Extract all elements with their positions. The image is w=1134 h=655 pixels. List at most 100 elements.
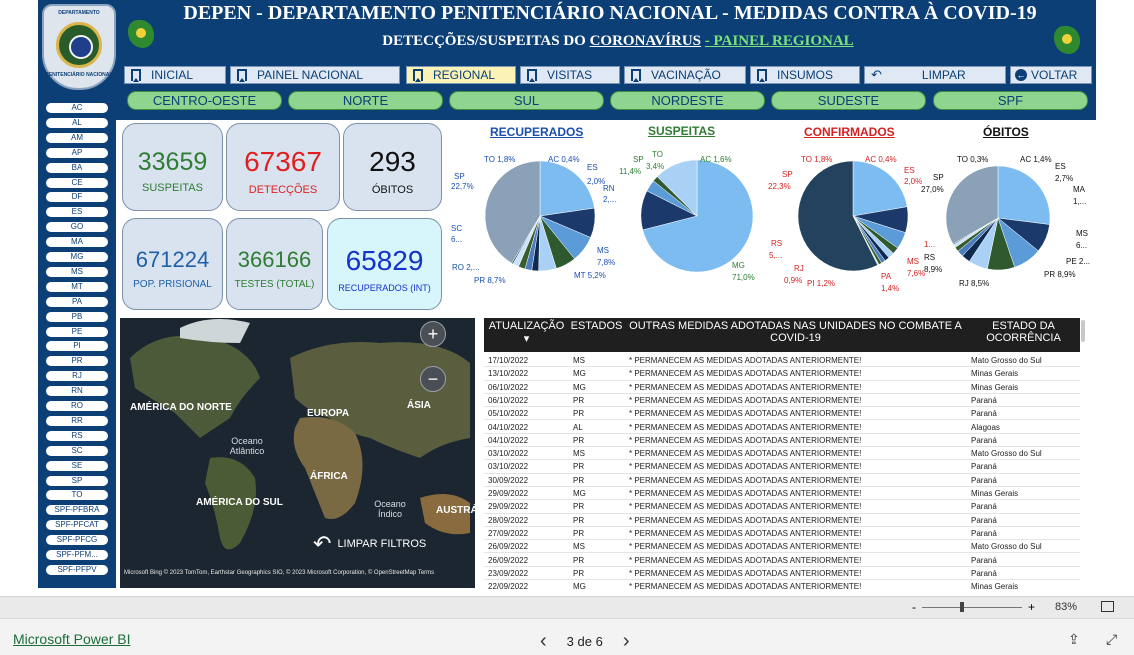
world-map[interactable]: AMÉRICA DO NORTE EUROPA ÁSIA Oceano Atlâ…: [120, 318, 475, 588]
table-cell: Paraná: [971, 502, 997, 512]
table-cell: 29/09/2022: [488, 502, 529, 512]
table-row[interactable]: 03/10/2022 PR * PERMANECEM AS MEDIDAS ADOT…: [484, 460, 1080, 474]
uf-item[interactable]: RS: [46, 430, 108, 441]
zoom-minus-button[interactable]: -: [912, 600, 916, 614]
pie-label: RS: [924, 253, 936, 262]
pie-label: MS: [597, 246, 609, 255]
table-cell: AL: [573, 422, 583, 432]
table-row[interactable]: 27/09/2022 PR * PERMANECEM AS MEDIDAS ADOT…: [484, 527, 1080, 541]
uf-item[interactable]: SPF-PFBRA: [46, 505, 108, 516]
table-cell: * PERMANECEM AS MEDIDAS ADOTADAS ANTERIO…: [629, 382, 862, 392]
table-row[interactable]: 29/09/2022 MG * PERMANECEM AS MEDIDAS ADOT…: [484, 487, 1080, 501]
table-row[interactable]: 29/09/2022 PR * PERMANECEM AS MEDIDAS ADOT…: [484, 500, 1080, 514]
table-row[interactable]: 23/09/2022 PR * PERMANECEM AS MEDIDAS ADOT…: [484, 567, 1080, 581]
table-cell: * PERMANECEM AS MEDIDAS ADOTADAS ANTERIO…: [629, 395, 862, 405]
table-cell: Paraná: [971, 528, 997, 538]
table-row[interactable]: 17/10/2022 MS * PERMANECEM AS MEDIDAS ADOT…: [484, 354, 1080, 368]
uf-item[interactable]: PE: [46, 326, 108, 337]
table-row[interactable]: 22/09/2022 MG * PERMANECEM AS MEDIDAS ADOT…: [484, 580, 1080, 590]
uf-item[interactable]: SPF-PFCG: [46, 535, 108, 546]
table-header[interactable]: ATUALIZAÇÃO ▾: [484, 318, 569, 352]
uf-item[interactable]: SP: [46, 475, 108, 486]
table-row[interactable]: 04/10/2022 PR * PERMANECEM AS MEDIDAS ADOT…: [484, 434, 1080, 448]
powerbi-link[interactable]: Microsoft Power BI: [13, 631, 130, 647]
pie-label: PE 2...: [1066, 257, 1091, 266]
table-cell: 27/09/2022: [488, 528, 529, 538]
zoom-plus-button[interactable]: +: [1028, 600, 1035, 614]
zoom-slider-thumb[interactable]: [960, 602, 964, 612]
table-row[interactable]: 26/09/2022 MS * PERMANECEM AS MEDIDAS ADOT…: [484, 540, 1080, 554]
pie-label: 0,9%: [784, 276, 803, 285]
uf-item[interactable]: TO: [46, 490, 108, 501]
table-cell: Paraná: [971, 395, 997, 405]
uf-item[interactable]: SE: [46, 460, 108, 471]
pie-label: PI 1,2%: [807, 279, 836, 288]
measures-table[interactable]: ATUALIZAÇÃO ▾ ESTADOS OUTRAS MEDIDAS ADOT…: [484, 318, 1088, 590]
table-cell: PR: [573, 435, 585, 445]
table-cell: MG: [573, 369, 586, 379]
zoom-out-button[interactable]: −: [420, 366, 446, 392]
undo-icon: ↶: [313, 531, 332, 556]
map-label: Oceano Atlântico: [229, 436, 265, 456]
uf-item[interactable]: SPF-PFPV: [46, 564, 108, 575]
table-cell: PR: [573, 528, 585, 538]
zoom-slider[interactable]: [922, 607, 1022, 608]
uf-item[interactable]: RN: [46, 386, 108, 397]
map-label: ÁSIA: [407, 400, 431, 411]
uf-item[interactable]: RR: [46, 415, 108, 426]
prev-page-button[interactable]: ‹: [540, 630, 547, 653]
uf-item[interactable]: PR: [46, 356, 108, 367]
uf-item[interactable]: RO: [46, 401, 108, 411]
table-cell: MS: [573, 449, 585, 459]
table-header[interactable]: OUTRAS MEDIDAS ADOTADAS NAS UNIDADES NO …: [624, 318, 967, 352]
pie-label: 6...: [451, 235, 463, 244]
table-header[interactable]: ESTADOS: [569, 318, 624, 352]
table-row[interactable]: 06/10/2022 PR * PERMANECEM AS MEDIDAS ADOT…: [484, 394, 1080, 408]
fit-page-icon[interactable]: [1101, 601, 1114, 612]
table-cell: * PERMANECEM AS MEDIDAS ADOTADAS ANTERIO…: [629, 422, 862, 432]
table-cell: Paraná: [971, 475, 997, 485]
table-row[interactable]: 30/09/2022 PR * PERMANECEM AS MEDIDAS ADOT…: [484, 474, 1080, 487]
table-cell: Minas Gerais: [971, 369, 1019, 379]
pie-label: RJ: [794, 264, 804, 273]
table-scrollbar[interactable]: [1081, 320, 1085, 342]
uf-item[interactable]: PI: [46, 341, 108, 352]
uf-item[interactable]: RJ: [46, 371, 108, 382]
pie-label: 8,9%: [924, 265, 943, 274]
pie-label: 1...: [924, 240, 936, 249]
table-cell: Alagoas: [971, 422, 1000, 432]
table-row[interactable]: 13/10/2022 MG * PERMANECEM AS MEDIDAS ADOT…: [484, 367, 1080, 381]
table-cell: * PERMANECEM AS MEDIDAS ADOTADAS ANTERIO…: [629, 489, 862, 498]
share-icon[interactable]: ⇪: [1068, 631, 1080, 648]
uf-item[interactable]: SC: [46, 445, 108, 456]
next-page-button[interactable]: ›: [623, 630, 630, 653]
table-row[interactable]: 03/10/2022 MS * PERMANECEM AS MEDIDAS ADOT…: [484, 447, 1080, 461]
map-label: Oceano Índico: [374, 499, 406, 519]
pie-slice[interactable]: [852, 160, 908, 217]
uf-item[interactable]: SPF-PFM...: [46, 550, 108, 560]
clear-filters-button[interactable]: ↶ LIMPAR FILTROS: [313, 531, 426, 557]
pie-label: AC 1,6%: [700, 155, 732, 164]
table-cell: * PERMANECEM AS MEDIDAS ADOTADAS ANTERIO…: [629, 542, 862, 552]
table-cell: * PERMANECEM AS MEDIDAS ADOTADAS ANTERIO…: [629, 449, 862, 459]
table-row[interactable]: 06/10/2022 MG * PERMANECEM AS MEDIDAS ADOT…: [484, 381, 1080, 394]
table-cell: PR: [573, 568, 585, 578]
map-attribution: Microsoft Bing © 2023 TomTom, Earthstar …: [124, 570, 435, 576]
pie-label: 11,4%: [619, 167, 642, 176]
table-row[interactable]: 28/09/2022 PR * PERMANECEM AS MEDIDAS ADOT…: [484, 514, 1080, 527]
table-cell: PR: [573, 475, 585, 485]
table-cell: PR: [573, 555, 585, 565]
pie-label: 6...: [1076, 241, 1088, 250]
pie-slice[interactable]: [997, 165, 1051, 225]
table-cell: MG: [573, 489, 586, 498]
table-row[interactable]: 04/10/2022 AL * PERMANECEM AS MEDIDAS ADOT…: [484, 421, 1080, 434]
table-cell: MG: [573, 382, 586, 392]
uf-item[interactable]: SPF-PFCAT: [46, 520, 108, 531]
table-cell: PR: [573, 502, 585, 512]
table-row[interactable]: 26/09/2022 PR * PERMANECEM AS MEDIDAS ADOT…: [484, 554, 1080, 567]
fullscreen-icon[interactable]: ⤢: [1106, 631, 1117, 648]
table-header[interactable]: ESTADO DA OCORRÊNCIA: [967, 318, 1080, 352]
table-cell: 23/09/2022: [488, 568, 529, 578]
zoom-in-button[interactable]: +: [420, 321, 446, 347]
table-row[interactable]: 05/10/2022 PR * PERMANECEM AS MEDIDAS ADOT…: [484, 407, 1080, 421]
